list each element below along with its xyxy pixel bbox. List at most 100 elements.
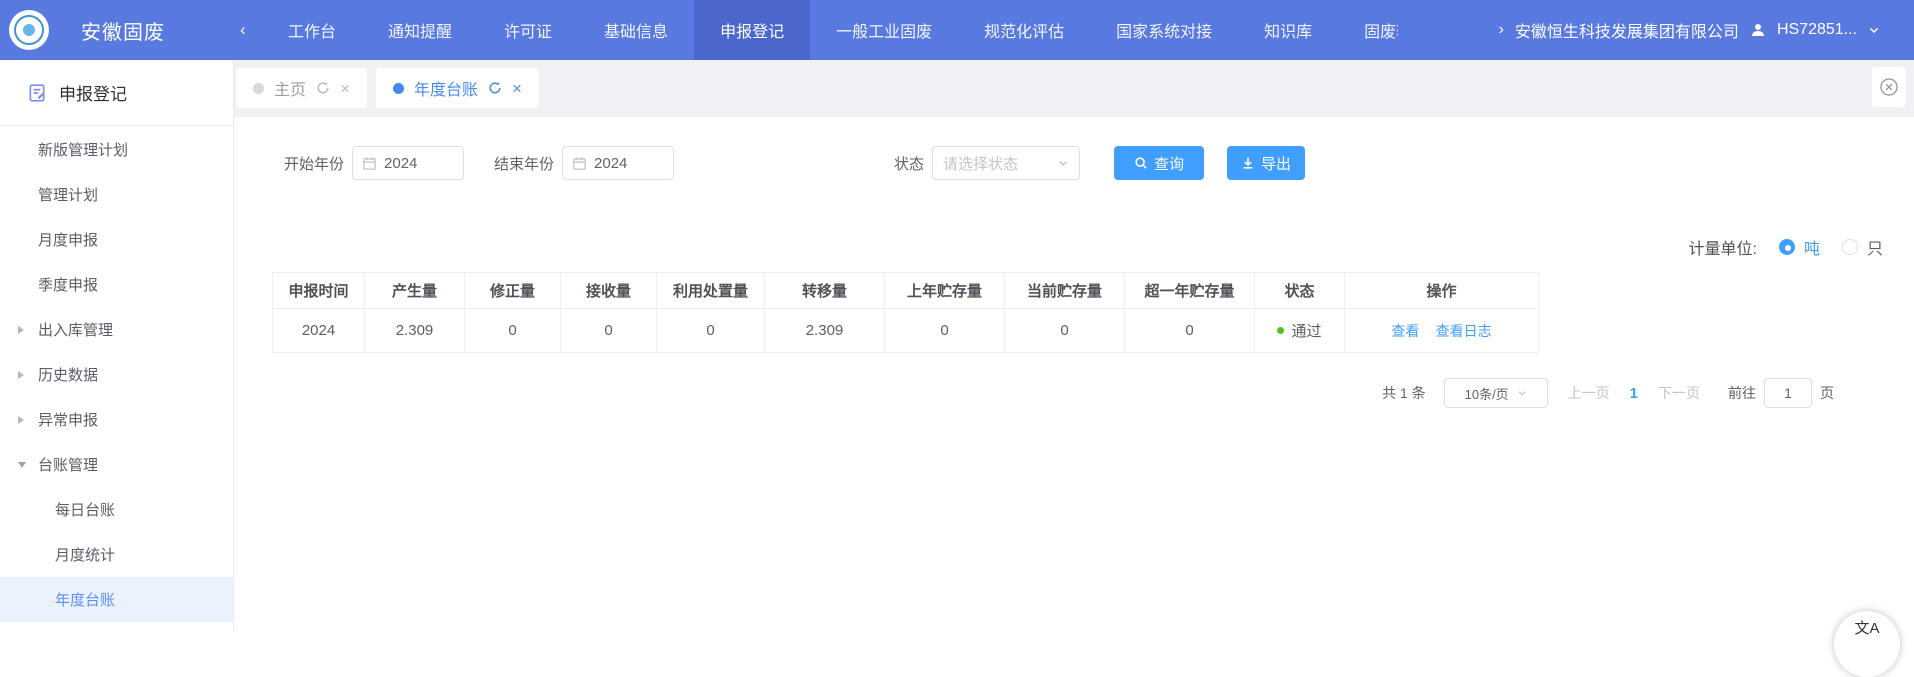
- close-all-tabs-button[interactable]: [1872, 67, 1906, 107]
- cell-current-storage: 0: [1005, 309, 1125, 353]
- sidebar-item-abnormal-declaration[interactable]: 异常申报: [0, 397, 233, 442]
- nav-item-knowledge-base[interactable]: 知识库: [1238, 0, 1338, 60]
- col-generated: 产生量: [365, 273, 465, 309]
- status-select[interactable]: 请选择状态: [932, 146, 1080, 180]
- sidebar-item-daily-ledger[interactable]: 每日台账: [0, 487, 233, 532]
- cell-status: 通过: [1255, 309, 1345, 353]
- close-icon[interactable]: ×: [512, 80, 522, 97]
- sidebar-title: 申报登记: [59, 80, 127, 105]
- sidebar-item-monthly-stats[interactable]: 月度统计: [0, 532, 233, 577]
- status-dot-icon: [1277, 327, 1284, 334]
- nav-item-basic-info[interactable]: 基础信息: [578, 0, 694, 60]
- cell-last-year-storage: 0: [885, 309, 1005, 353]
- goto-label: 前往: [1728, 383, 1756, 403]
- goto-page-input[interactable]: [1764, 378, 1812, 408]
- sidebar-item-management-plan[interactable]: 管理计划: [0, 172, 233, 217]
- document-icon: [27, 83, 47, 103]
- chevron-right-icon: [18, 326, 24, 334]
- nav-item-national-system[interactable]: 国家系统对接: [1090, 0, 1238, 60]
- end-year-field[interactable]: [562, 146, 674, 180]
- annual-ledger-table: 申报时间 产生量 修正量 接收量 利用处置量 转移量 上年贮存量 当前贮存量 超…: [272, 272, 1539, 353]
- tab-annual-ledger[interactable]: 年度台账 ×: [376, 68, 539, 108]
- next-page-button[interactable]: 下一页: [1658, 383, 1700, 403]
- prev-page-button[interactable]: 上一页: [1568, 383, 1610, 403]
- sidebar-item-inout-warehouse[interactable]: 出入库管理: [0, 307, 233, 352]
- start-year-label: 开始年份: [284, 153, 344, 174]
- col-status: 状态: [1255, 273, 1345, 309]
- end-year-input[interactable]: [594, 155, 664, 172]
- nav-item-workbench[interactable]: 工作台: [262, 0, 362, 60]
- sidebar-item-history-data[interactable]: 历史数据: [0, 352, 233, 397]
- sidebar-item-label: 异常申报: [38, 409, 98, 430]
- sidebar-item-monthly-declaration[interactable]: 月度申报: [0, 217, 233, 262]
- col-last-year-storage: 上年贮存量: [885, 273, 1005, 309]
- nav-item-permit[interactable]: 许可证: [478, 0, 578, 60]
- app-logo-icon: [9, 10, 49, 50]
- search-button-label: 查询: [1154, 153, 1184, 174]
- view-link[interactable]: 查看: [1391, 323, 1419, 339]
- brand-area: 安徽固废: [0, 0, 234, 60]
- user-chevron-down-icon[interactable]: [1868, 24, 1880, 36]
- nav-item-general-industrial-waste[interactable]: 一般工业固废: [810, 0, 958, 60]
- refresh-icon[interactable]: [488, 81, 502, 95]
- sidebar-item-annual-ledger[interactable]: 年度台账: [0, 577, 233, 622]
- nav-more-icon[interactable]: ›: [1499, 21, 1504, 39]
- chevron-right-icon: [18, 416, 24, 424]
- nav-item-notifications[interactable]: 通知提醒: [362, 0, 478, 60]
- cell-utilized-disposed: 0: [657, 309, 765, 353]
- translate-widget[interactable]: 文A: [1834, 611, 1900, 677]
- tab-dot: [253, 83, 264, 94]
- filter-bar: 开始年份 结束年份 状态 请选择状态: [234, 146, 1914, 180]
- sidebar-item-label: 出入库管理: [38, 319, 113, 340]
- search-button[interactable]: 查询: [1114, 146, 1204, 180]
- user-area[interactable]: › 安徽恒生科技发展集团有限公司 HS72851...: [1499, 0, 1880, 60]
- export-button[interactable]: 导出: [1227, 146, 1305, 180]
- top-navbar: 安徽固废 ‹ 工作台 通知提醒 许可证 基础信息 申报登记 一般工业固废 规范化…: [0, 0, 1914, 60]
- main-content: 开始年份 结束年份 状态 请选择状态: [234, 117, 1914, 632]
- sidebar-item-new-management-plan[interactable]: 新版管理计划: [0, 127, 233, 172]
- pagination: 共 1 条 10条/页 上一页 1 下一页 前往 页: [1382, 378, 1834, 408]
- cell-corrected: 0: [465, 309, 561, 353]
- status-badge: 通过: [1291, 320, 1321, 341]
- cell-transferred: 2.309: [765, 309, 885, 353]
- radio-unit-ton[interactable]: 吨: [1779, 235, 1820, 259]
- chevron-down-icon: [1517, 388, 1527, 398]
- col-actions: 操作: [1345, 273, 1539, 309]
- start-year-field[interactable]: [352, 146, 464, 180]
- radio-unit-piece[interactable]: 只: [1842, 235, 1883, 259]
- sidebar-item-ledger-management[interactable]: 台账管理: [0, 442, 233, 487]
- tab-strip: 主页 × 年度台账 ×: [234, 60, 1914, 117]
- status-label: 状态: [894, 153, 924, 174]
- cell-over-one-year-storage: 0: [1125, 309, 1255, 353]
- view-log-link[interactable]: 查看日志: [1436, 323, 1492, 339]
- refresh-icon[interactable]: [316, 81, 330, 95]
- nav-item-waste-transfer[interactable]: 固废转: [1338, 0, 1398, 60]
- current-page[interactable]: 1: [1630, 385, 1638, 402]
- tab-dot: [393, 83, 404, 94]
- col-received: 接收量: [561, 273, 657, 309]
- start-year-input[interactable]: [384, 155, 454, 172]
- calendar-icon: [572, 156, 587, 171]
- radio-icon: [1779, 239, 1795, 255]
- unit-label: 计量单位:: [1689, 235, 1757, 259]
- radio-icon: [1842, 239, 1858, 255]
- sidebar-collapse-icon[interactable]: ‹: [240, 0, 246, 60]
- main-nav: 工作台 通知提醒 许可证 基础信息 申报登记 一般工业固废 规范化评估 国家系统…: [262, 0, 1398, 60]
- search-icon: [1134, 156, 1148, 170]
- col-declare-time: 申报时间: [273, 273, 365, 309]
- user-id: HS72851...: [1777, 21, 1857, 39]
- cell-received: 0: [561, 309, 657, 353]
- sidebar-item-label: 台账管理: [38, 454, 98, 475]
- unit-switch: 计量单位: 吨 只: [1689, 230, 1883, 264]
- nav-item-standardization-assessment[interactable]: 规范化评估: [958, 0, 1090, 60]
- sidebar-header: 申报登记: [0, 60, 233, 126]
- table-header-row: 申报时间 产生量 修正量 接收量 利用处置量 转移量 上年贮存量 当前贮存量 超…: [273, 273, 1539, 309]
- tab-home[interactable]: 主页 ×: [236, 68, 367, 108]
- sidebar-item-quarterly-declaration[interactable]: 季度申报: [0, 262, 233, 307]
- close-icon[interactable]: ×: [340, 80, 350, 97]
- table-row: 2024 2.309 0 0 0 2.309 0 0 0 通过 查看 查看日志: [273, 309, 1539, 353]
- page-size-select[interactable]: 10条/页: [1444, 378, 1548, 408]
- nav-item-declaration[interactable]: 申报登记: [694, 0, 810, 60]
- goto-suffix: 页: [1820, 383, 1834, 403]
- cell-actions: 查看 查看日志: [1345, 309, 1539, 353]
